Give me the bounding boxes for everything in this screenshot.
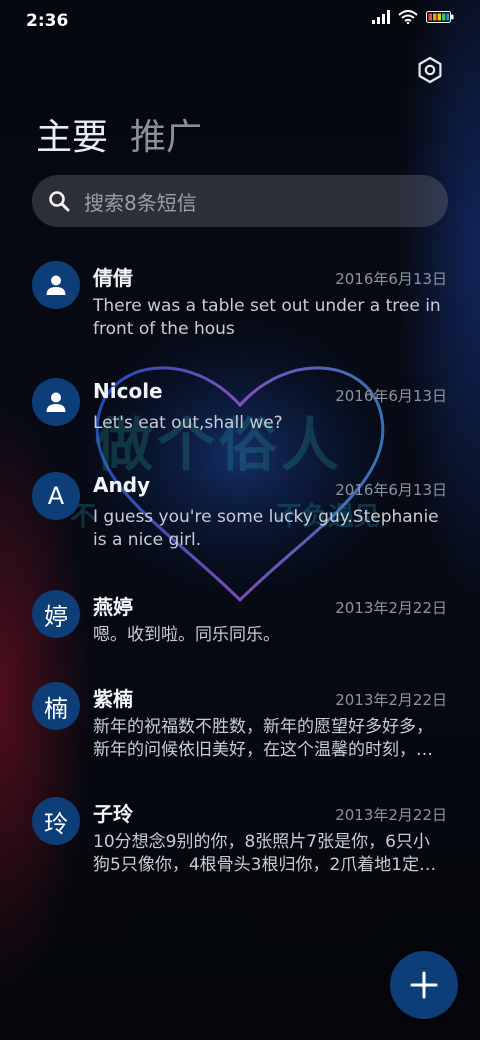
person-icon <box>46 392 66 412</box>
contact-avatar: 婷 <box>32 590 80 638</box>
search-placeholder: 搜索8条短信 <box>84 190 197 215</box>
message-preview-line: Let's eat out,shall we? <box>93 413 283 433</box>
avatar-initial: 楠 <box>44 694 68 723</box>
message-preview-line: There was a table set out under a tree i… <box>93 296 441 316</box>
contact-name: Andy <box>93 473 151 497</box>
search-icon <box>49 191 70 212</box>
status-icons <box>372 10 454 24</box>
message-date: 2013年2月22日 <box>335 599 447 617</box>
message-preview-line: 新年的祝福数不胜数，新年的愿望好多好多， <box>93 717 433 737</box>
tab-promotions[interactable]: 推广 <box>130 108 202 160</box>
search-bar[interactable]: 搜索8条短信 <box>32 175 448 227</box>
plus-icon <box>410 971 438 999</box>
contact-avatar <box>32 261 80 309</box>
message-date: 2016年6月13日 <box>335 270 447 288</box>
contact-avatar: 玲 <box>32 797 80 845</box>
message-date: 2013年2月22日 <box>335 806 447 824</box>
contact-avatar <box>32 378 80 426</box>
message-preview-line: 新年的问候依旧美好，在这个温馨的时刻，… <box>93 740 433 760</box>
contact-name: Nicole <box>93 379 163 403</box>
battery-icon <box>426 11 454 23</box>
message-thread-item[interactable]: 婷 燕婷 2013年2月22日嗯。收到啦。同乐同乐。 <box>0 579 480 679</box>
message-thread-item[interactable]: 楠 紫楠 2013年2月22日新年的祝福数不胜数，新年的愿望好多好多， 新年的问候依旧… <box>0 671 480 771</box>
message-date: 2016年6月13日 <box>335 481 447 499</box>
contact-name: 倩倩 <box>93 266 133 290</box>
message-preview: There was a table set out under a tree i… <box>93 295 447 341</box>
message-preview-line: 狗5只像你，4根骨头3根归你，2爪着地1定… <box>93 855 437 875</box>
message-preview-line: front of the hous <box>93 319 235 339</box>
person-icon <box>46 275 66 295</box>
message-thread-item[interactable]: 倩倩 2016年6月13日 There was a table set out un… <box>0 250 480 350</box>
contact-name: 燕婷 <box>93 595 133 619</box>
message-preview: 嗯。收到啦。同乐同乐。 <box>93 624 447 647</box>
tab-primary[interactable]: 主要 <box>36 108 108 160</box>
wifi-icon <box>398 10 418 24</box>
status-time: 2:36 <box>26 11 69 31</box>
message-preview: 10分想念9别的你，8张照片7张是你，6只小 狗5只像你，4根骨头3根归你，2爪着… <box>93 831 447 877</box>
message-preview: 新年的祝福数不胜数，新年的愿望好多好多， 新年的问候依旧美好，在这个温馨的时刻，… <box>93 716 447 762</box>
message-preview-line: is a nice girl. <box>93 530 202 550</box>
contact-avatar: 楠 <box>32 682 80 730</box>
contact-avatar: A <box>32 472 80 520</box>
message-date: 2013年2月22日 <box>335 691 447 709</box>
message-preview-line: 嗯。收到啦。同乐同乐。 <box>93 625 280 645</box>
message-thread-item[interactable]: Nicole 2016年6月13日 Let's eat out,shall we? <box>0 367 480 467</box>
status-bar: 2:36 <box>0 0 480 40</box>
new-message-button[interactable] <box>390 951 458 1019</box>
signal-icon <box>372 10 390 24</box>
message-thread-item[interactable]: 玲 子玲 2013年2月22日 10分想念9别的你，8张照片7张是你，6只小 狗5只像你… <box>0 786 480 886</box>
message-preview: Let's eat out,shall we? <box>93 412 447 435</box>
message-thread-item[interactable]: A Andy 2016年6月13日 I guess you're some lucky… <box>0 461 480 561</box>
settings-icon[interactable] <box>416 56 444 84</box>
avatar-initial: 玲 <box>44 809 68 838</box>
avatar-initial: A <box>47 482 65 510</box>
contact-name: 紫楠 <box>93 687 133 711</box>
contact-name: 子玲 <box>93 802 133 826</box>
tab-bar: 主要 推广 <box>36 108 202 160</box>
message-preview-line: 10分想念9别的你，8张照片7张是你，6只小 <box>93 832 430 852</box>
message-date: 2016年6月13日 <box>335 387 447 405</box>
message-preview-line: I guess you're some lucky guy.Stephanie <box>93 507 439 527</box>
message-preview: I guess you're some lucky guy.Stephanie i… <box>93 506 447 552</box>
avatar-initial: 婷 <box>44 602 68 631</box>
